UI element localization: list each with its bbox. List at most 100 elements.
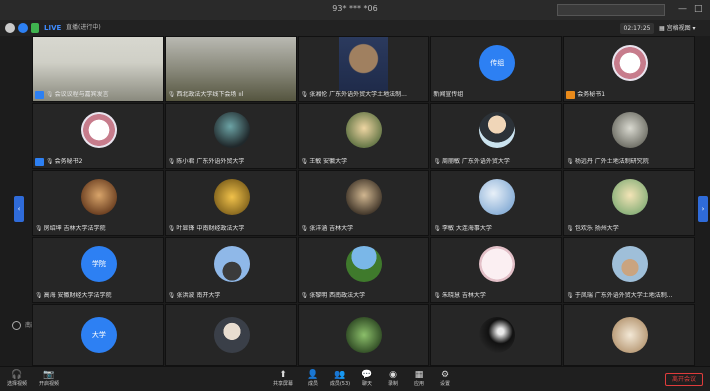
video-feed xyxy=(338,37,389,91)
mic-icon: 🎙 xyxy=(167,225,176,232)
mic-icon: 🎙 xyxy=(167,91,176,98)
host-badge-icon xyxy=(35,158,44,166)
participant-tile[interactable]: 🎙张洋涵 吉林大学 xyxy=(297,170,430,236)
participant-tile[interactable]: 🎙西北政法大学线下会场 ııl xyxy=(164,36,297,102)
record-button[interactable]: ◉ 录制 xyxy=(380,370,406,388)
audio-button[interactable]: 🎧 选择视频 xyxy=(4,370,30,388)
participant-avatar xyxy=(213,246,250,282)
mic-icon: 🎙 xyxy=(35,225,43,232)
mic-icon: 🎙 xyxy=(566,225,574,232)
view-mode-label: 宫格视图 xyxy=(666,25,691,32)
participant-avatar xyxy=(612,112,649,148)
settings-button[interactable]: ⚙ 设置 xyxy=(432,370,458,388)
members-button[interactable]: 👤 成员 xyxy=(300,370,326,388)
participant-avatar xyxy=(479,317,516,353)
chat-button[interactable]: 💬 聊天 xyxy=(354,370,380,388)
apps-icon: ▦ xyxy=(414,370,424,380)
participants-button[interactable]: 👥 成员(53) xyxy=(327,370,353,388)
participant-tile[interactable]: 🎙杨远丹 广外土地法制研究院 xyxy=(563,103,695,169)
participant-tile[interactable]: 🎙会务秘书2 xyxy=(32,103,164,169)
members-icon: 👤 xyxy=(307,370,319,380)
participant-name: 🎙会务秘书2 xyxy=(46,158,82,166)
participant-avatar xyxy=(213,179,250,215)
participant-tile[interactable]: 传组新闻宣传组 xyxy=(430,36,563,102)
minimize-button[interactable]: — xyxy=(678,4,687,14)
participant-tile[interactable] xyxy=(563,304,695,366)
participant-tile[interactable]: 🎙包欢乐 扬州大学 xyxy=(563,170,695,236)
settings-label: 设置 xyxy=(439,381,450,387)
participant-tile[interactable]: 🎙张洪波 南开大学 xyxy=(164,237,297,303)
participant-name-text: 张湘伦 广东外语外贸大学土地法制... xyxy=(309,91,407,98)
apps-button[interactable]: ▦ 应用 xyxy=(406,370,432,388)
members-label: 成员 xyxy=(307,381,318,387)
participant-avatar: 传组 xyxy=(479,45,516,81)
participant-name: 🎙杨远丹 广外土地法制研究院 xyxy=(566,158,649,166)
settings-icon: ⚙ xyxy=(440,370,450,380)
signal-icon[interactable] xyxy=(31,23,39,33)
camera-off-icon: 📷 xyxy=(43,370,55,380)
participant-tile[interactable]: 🎙房绍坤 吉林大学法学院 xyxy=(32,170,164,236)
participant-name-text: 张洋涵 吉林大学 xyxy=(309,225,354,232)
participant-tile[interactable]: 🎙周丽敏 广东外语外贸大学 xyxy=(430,103,563,169)
view-mode-button[interactable]: ▦ 宫格视图 ▾ xyxy=(659,23,696,34)
participant-avatar xyxy=(346,246,383,282)
live-badge[interactable]: LIVE xyxy=(44,23,61,33)
participant-tile[interactable]: 🎙于凤瑞 广东外语外贸大学土地法制... xyxy=(563,237,695,303)
participant-name-text: 张洪波 南开大学 xyxy=(176,292,221,299)
participant-tile[interactable]: 学院 🎙高海 安徽财经大学法学院 xyxy=(32,237,164,303)
participant-tile[interactable]: 🎙会议议程与嘉宾发言 xyxy=(32,36,164,102)
participant-avatar xyxy=(213,317,250,353)
live-status: 直播(进行中) xyxy=(66,24,101,31)
participants-icon: 👥 xyxy=(334,370,346,380)
participant-tile[interactable] xyxy=(297,304,430,366)
participant-tile[interactable]: 🎙陈小君 广东外语外贸大学 xyxy=(164,103,297,169)
participant-avatar xyxy=(479,112,516,148)
avatar-text: 大学 xyxy=(91,331,106,339)
participant-tile[interactable] xyxy=(430,304,563,366)
avatar-text: 学院 xyxy=(91,260,106,268)
prev-page-button[interactable]: ‹ xyxy=(14,196,24,222)
maximize-button[interactable]: □ xyxy=(694,4,703,14)
info-icon[interactable] xyxy=(5,23,15,33)
meeting-timer: 02:17:25 xyxy=(620,23,654,34)
participant-avatar xyxy=(479,179,516,215)
apps-label: 应用 xyxy=(413,381,424,387)
record-icon: ◉ xyxy=(389,370,397,380)
participant-tile[interactable]: 🎙王敏 安徽大学 xyxy=(297,103,430,169)
participant-tile[interactable]: 会务秘书1 xyxy=(563,36,695,102)
participant-name: 🎙会议议程与嘉宾发言 xyxy=(46,91,109,99)
participant-avatar xyxy=(80,112,117,148)
participant-name-text: 陈小君 广东外语外贸大学 xyxy=(176,158,245,165)
share-screen-button[interactable]: ⬆ 共享屏幕 xyxy=(270,370,296,388)
leave-meeting-button[interactable]: 离开会议 xyxy=(665,373,703,386)
participant-name-text: 新闻宣传组 xyxy=(433,91,464,98)
participant-avatar xyxy=(346,112,383,148)
mic-icon: 🎙 xyxy=(566,158,574,165)
video-button[interactable]: 📷 开启视频 xyxy=(36,370,62,388)
participant-tile[interactable]: 🎙叶显锋 中南财经政法大学 xyxy=(164,170,297,236)
mic-icon: 🎙 xyxy=(167,158,176,165)
participant-name-text: 朱晓慧 吉林大学 xyxy=(442,292,486,299)
title-search-field[interactable] xyxy=(557,4,665,16)
participant-name: 🎙张洋涵 吉林大学 xyxy=(301,225,354,233)
participant-avatar: 学院 xyxy=(80,246,117,282)
participant-tile[interactable]: 🎙朱晓慧 吉林大学 xyxy=(430,237,563,303)
participant-name: 🎙张洪波 南开大学 xyxy=(168,292,221,300)
mic-icon: 🎙 xyxy=(167,292,176,299)
participant-tile[interactable]: 🎙张黎明 西南政法大学 xyxy=(297,237,430,303)
host-badge-icon xyxy=(35,91,44,99)
share-screen-icon: ⬆ xyxy=(279,370,287,380)
participant-name-text: 西北政法大学线下会场 ııl xyxy=(176,91,244,98)
participant-tile[interactable]: 🎙张湘伦 广东外语外贸大学土地法制... xyxy=(297,36,430,102)
participant-tile[interactable]: 大学 xyxy=(32,304,164,366)
participant-name: 🎙陈小君 广东外语外贸大学 xyxy=(168,158,245,166)
participant-tile[interactable] xyxy=(164,304,297,366)
video-grid: 🎙会议议程与嘉宾发言 🎙西北政法大学线下会场 ııl 🎙张湘伦 广东外语外贸大学土地… xyxy=(32,36,696,366)
participant-tile[interactable]: 🎙李敏 大连海事大学 xyxy=(430,170,563,236)
participant-name-text: 会议议程与嘉宾发言 xyxy=(54,91,109,98)
shield-icon[interactable] xyxy=(18,23,28,33)
participant-avatar: 大学 xyxy=(80,317,117,353)
participant-name: 🎙西北政法大学线下会场 ııl xyxy=(168,91,244,99)
next-page-button[interactable]: › xyxy=(698,196,708,222)
chat-bubble-icon xyxy=(12,321,21,330)
